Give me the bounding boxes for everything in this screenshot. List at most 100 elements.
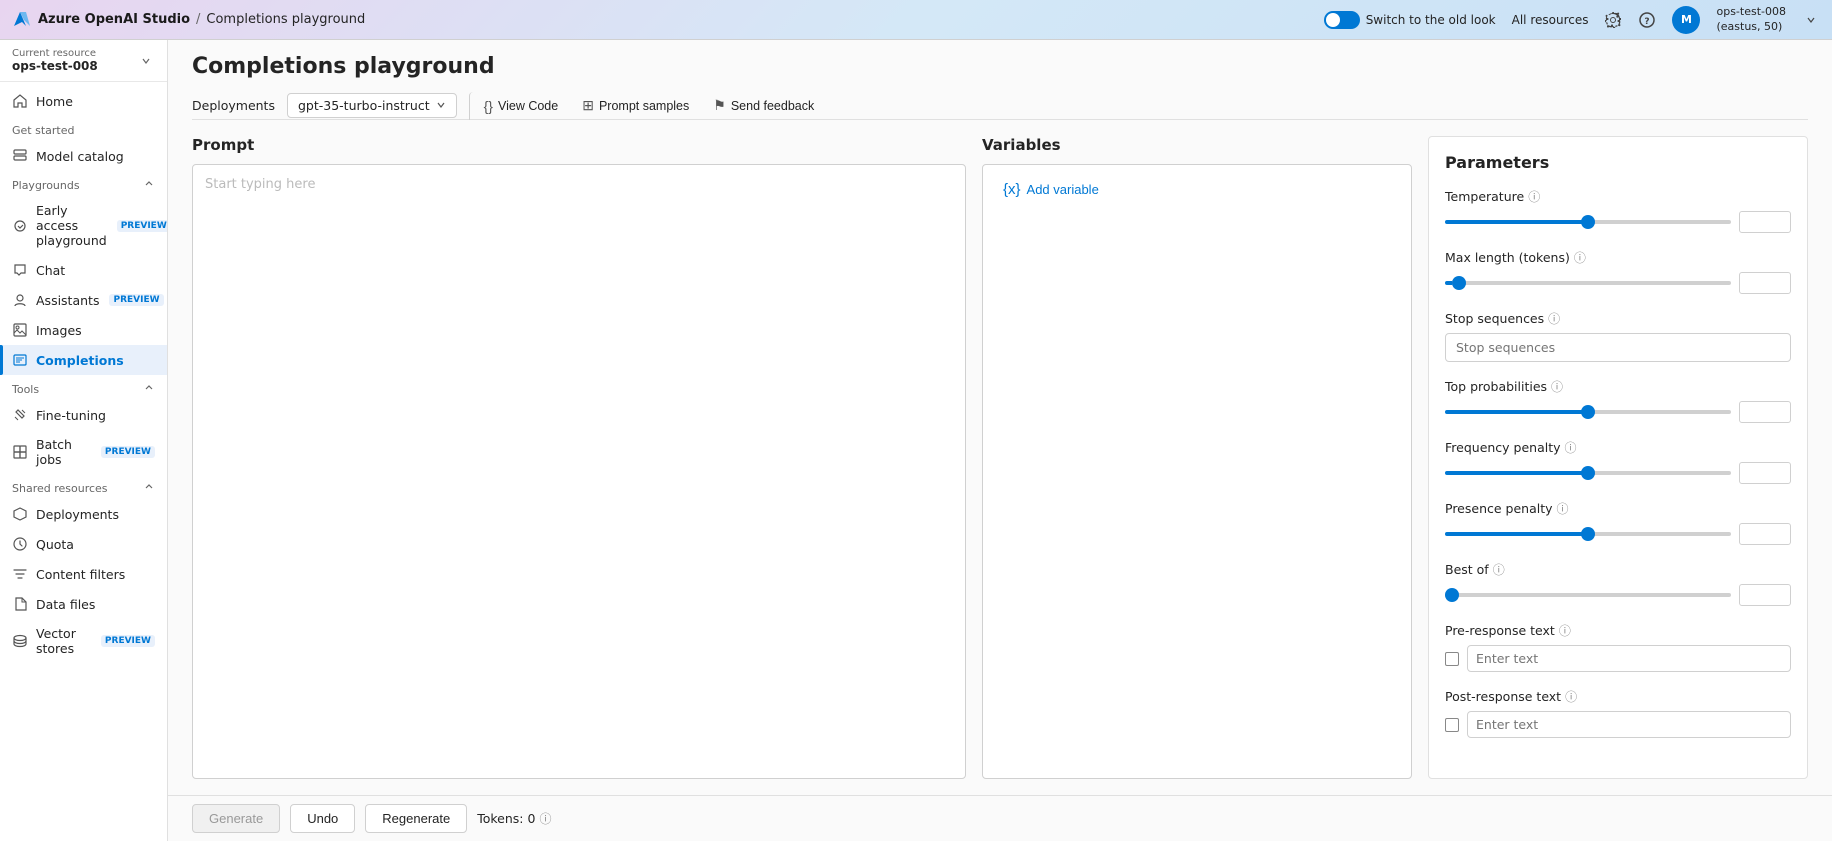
tokens-info-icon: ⓘ [539,810,551,827]
sidebar-item-batch-jobs[interactable]: Batch jobs PREVIEW [0,430,167,474]
pre-response-label: Pre-response text ⓘ [1445,622,1791,639]
sidebar-shared-resources-header: Shared resources [0,474,167,499]
post-response-checkbox[interactable] [1445,718,1459,732]
temperature-slider[interactable] [1445,220,1731,224]
sidebar-item-quota[interactable]: Quota [0,529,167,559]
temperature-slider-row: 1 [1445,211,1791,233]
top-probabilities-info-icon: ⓘ [1551,378,1563,395]
sidebar-item-early-access[interactable]: Early access playground PREVIEW [0,196,167,255]
best-of-slider-row: 1 [1445,584,1791,606]
topbar-page-title: Completions playground [206,12,365,27]
sidebar-item-chat[interactable]: Chat [0,255,167,285]
presence-penalty-value[interactable]: 0 [1739,523,1791,545]
prompt-textarea[interactable] [192,164,966,779]
quota-label: Quota [36,537,74,552]
main-layout: Current resource ops-test-008 Home Get s… [0,40,1832,841]
prompt-title: Prompt [192,136,966,154]
prompt-samples-button[interactable]: ⊞ Prompt samples [572,91,699,120]
images-label: Images [36,323,82,338]
user-avatar[interactable]: M [1672,6,1700,34]
sidebar-playgrounds-header: Playgrounds [0,171,167,196]
vector-stores-icon [12,633,28,649]
pre-response-param: Pre-response text ⓘ [1445,622,1791,672]
azure-logo-icon [12,10,32,30]
variables-title: Variables [982,136,1412,154]
max-length-value[interactable]: 100 [1739,272,1791,294]
presence-penalty-slider[interactable] [1445,532,1731,536]
resource-expand-icon[interactable] [137,52,155,70]
view-code-button[interactable]: {} View Code [469,92,569,120]
deployment-dropdown[interactable]: gpt-35-turbo-instruct [287,93,457,118]
sidebar: Current resource ops-test-008 Home Get s… [0,40,168,841]
switch-label: Switch to the old look [1324,11,1496,29]
send-feedback-button[interactable]: ⚑ Send feedback [703,91,824,120]
sidebar-item-vector-stores[interactable]: Vector stores PREVIEW [0,619,167,663]
top-probabilities-label: Top probabilities ⓘ [1445,378,1791,395]
sidebar-item-deployments[interactable]: Deployments [0,499,167,529]
max-length-param: Max length (tokens) ⓘ 100 [1445,249,1791,294]
best-of-slider[interactable] [1445,593,1731,597]
top-probabilities-slider[interactable] [1445,410,1731,414]
sidebar-item-model-catalog[interactable]: Model catalog [0,141,167,171]
completions-label: Completions [36,353,124,368]
tokens-label: Tokens: 0 [477,811,535,826]
data-files-icon [12,596,28,612]
variables-panel: Variables {x} Add variable [982,136,1412,779]
help-icon[interactable]: ? [1638,11,1656,29]
sidebar-item-home-label: Home [36,94,73,109]
sidebar-item-images[interactable]: Images [0,315,167,345]
stop-sequences-label: Stop sequences ⓘ [1445,310,1791,327]
resource-value: ops-test-008 [12,59,98,73]
brand: Azure OpenAI Studio [12,10,190,30]
max-length-slider[interactable] [1445,281,1731,285]
pre-response-checkbox[interactable] [1445,652,1459,666]
deployments-icon [12,506,28,522]
sidebar-item-completions[interactable]: Completions [0,345,167,375]
temperature-value[interactable]: 1 [1739,211,1791,233]
stop-sequences-input[interactable] [1445,333,1791,362]
user-chevron-icon[interactable] [1802,11,1820,29]
sidebar-resource: Current resource ops-test-008 [0,40,167,82]
best-of-value[interactable]: 1 [1739,584,1791,606]
user-region: (eastus, 50) [1716,20,1786,34]
content-filters-icon [12,566,28,582]
pre-response-row [1445,645,1791,672]
frequency-penalty-value[interactable]: 0 [1739,462,1791,484]
add-variable-icon: {x} [1003,181,1021,198]
sidebar-item-data-files[interactable]: Data files [0,589,167,619]
max-length-label: Max length (tokens) ⓘ [1445,249,1791,266]
settings-icon[interactable] [1604,11,1622,29]
temperature-label: Temperature ⓘ [1445,188,1791,205]
view-code-label: View Code [498,99,558,113]
add-variable-button[interactable]: {x} Add variable [995,177,1107,202]
pre-response-input[interactable] [1467,645,1791,672]
assistants-label: Assistants [36,293,99,308]
stop-sequences-info-icon: ⓘ [1548,310,1560,327]
sidebar-item-assistants[interactable]: Assistants PREVIEW [0,285,167,315]
regenerate-button[interactable]: Regenerate [365,804,467,833]
post-response-input[interactable] [1467,711,1791,738]
old-look-toggle[interactable] [1324,11,1360,29]
page-title: Completions playground [192,54,1808,79]
sidebar-item-content-filters[interactable]: Content filters [0,559,167,589]
images-icon [12,322,28,338]
top-probabilities-slider-row: 0.5 [1445,401,1791,423]
temperature-info-icon: ⓘ [1528,188,1540,205]
completions-icon [12,352,28,368]
all-resources-link[interactable]: All resources [1512,13,1589,27]
early-access-icon [12,218,28,234]
prompt-samples-icon: ⊞ [582,97,594,114]
content-area: Completions playground Deployments gpt-3… [168,40,1832,841]
best-of-param: Best of ⓘ 1 [1445,561,1791,606]
best-of-label: Best of ⓘ [1445,561,1791,578]
user-info[interactable]: ops-test-008 (eastus, 50) [1716,5,1786,34]
sidebar-item-home[interactable]: Home [0,86,167,116]
top-probabilities-value[interactable]: 0.5 [1739,401,1791,423]
chat-label: Chat [36,263,65,278]
frequency-penalty-slider[interactable] [1445,471,1731,475]
sidebar-item-fine-tuning[interactable]: Fine-tuning [0,400,167,430]
data-files-label: Data files [36,597,95,612]
tools-label: Tools [12,383,39,396]
generate-button: Generate [192,804,280,833]
undo-button[interactable]: Undo [290,804,355,833]
